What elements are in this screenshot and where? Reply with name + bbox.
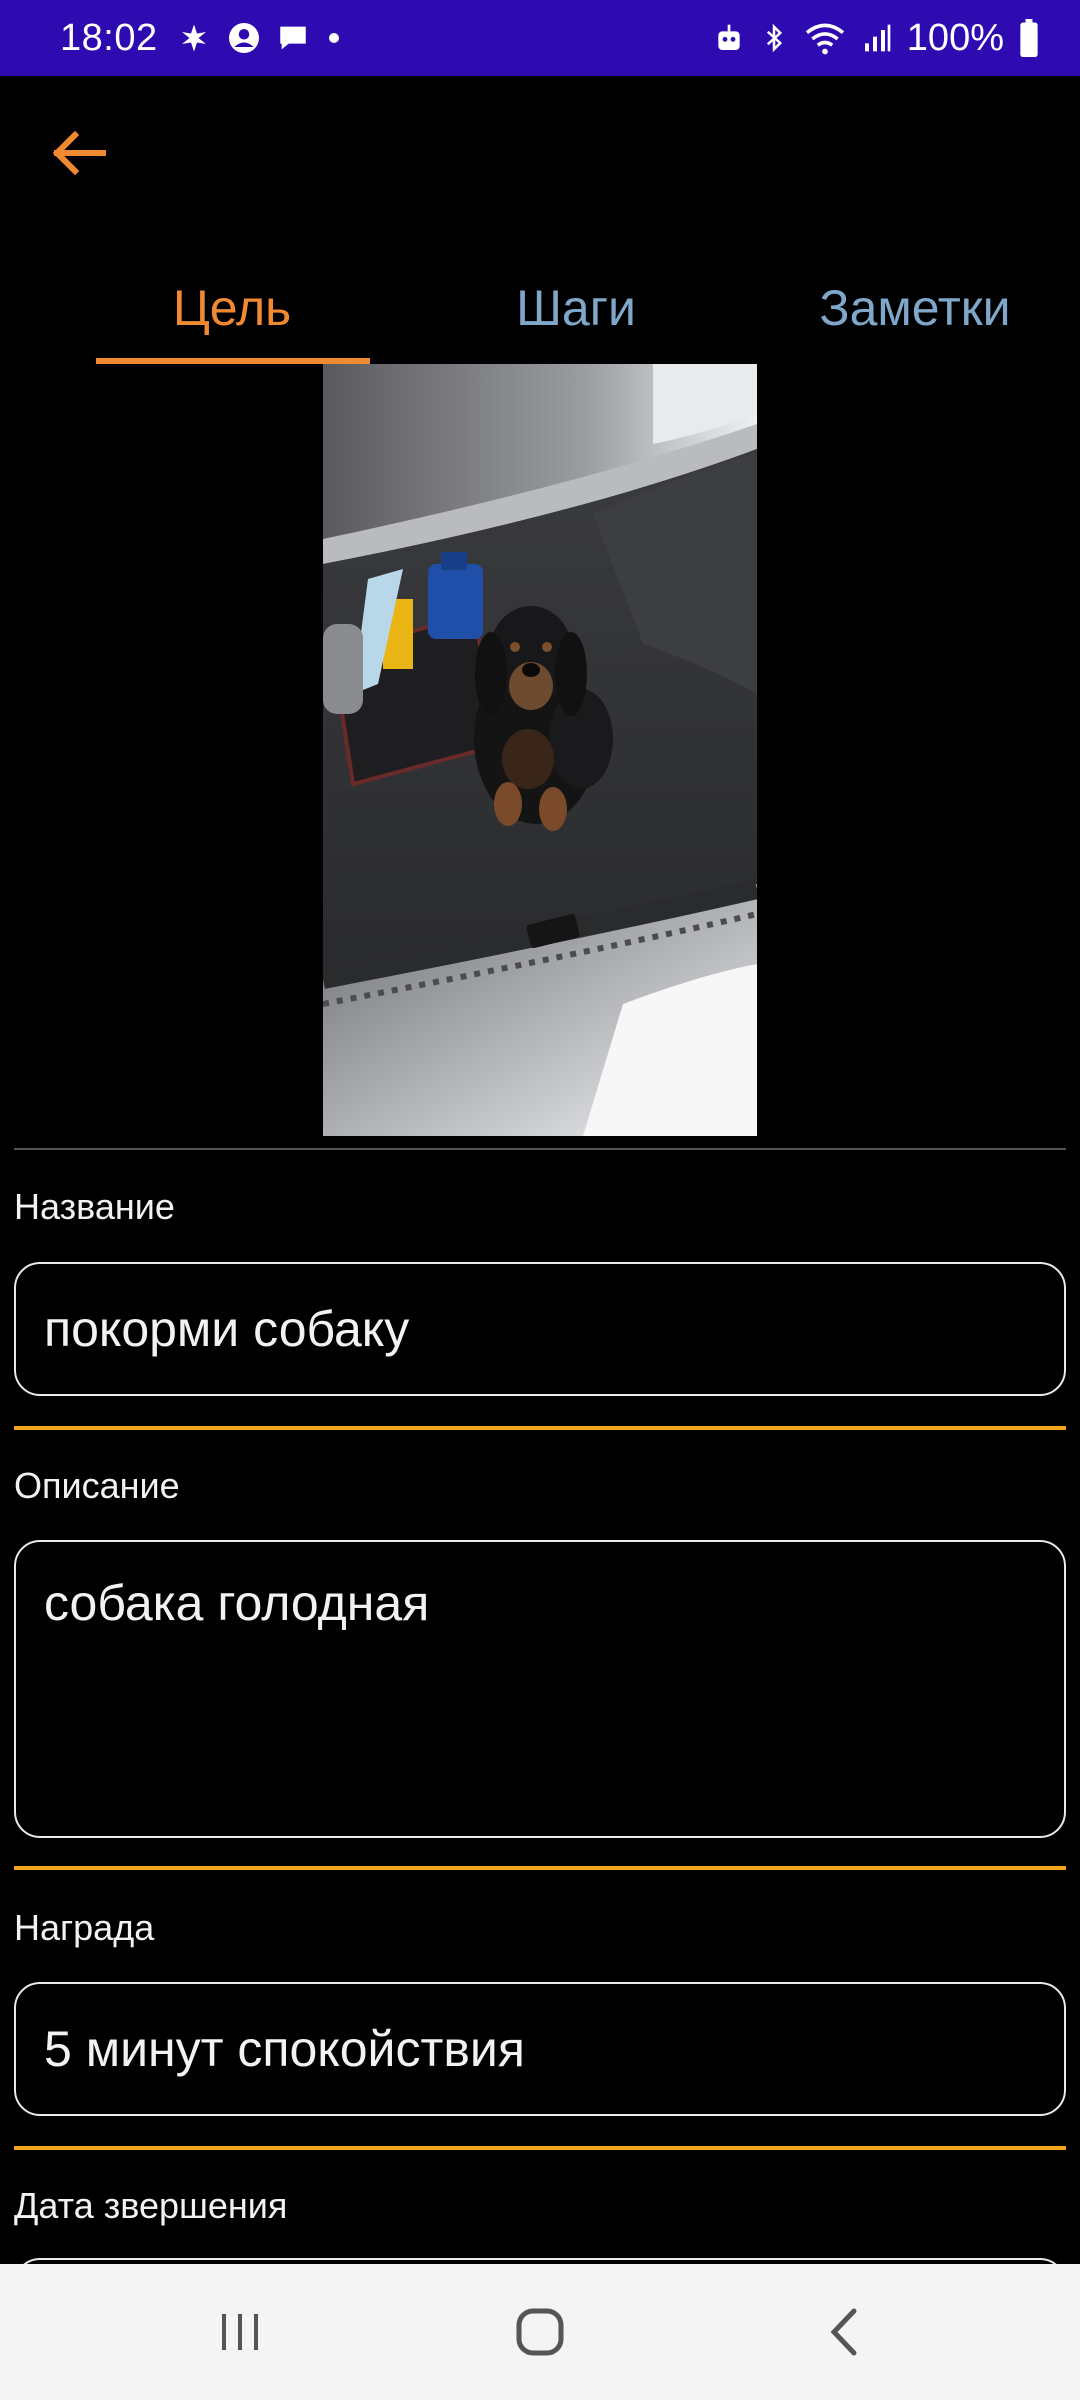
- description-label: Описание: [14, 1465, 180, 1506]
- recents-button[interactable]: [170, 2264, 310, 2400]
- signal-icon: [861, 21, 893, 55]
- photo-divider: [14, 1148, 1066, 1150]
- back-icon: [826, 2307, 862, 2357]
- description-divider: [14, 1866, 1066, 1870]
- nav-back-button[interactable]: [774, 2264, 914, 2400]
- wifi-icon: [803, 20, 847, 56]
- dot-icon: [324, 28, 344, 48]
- recents-icon: [218, 2310, 262, 2354]
- robot-icon: [713, 21, 745, 55]
- name-label: Название: [14, 1186, 175, 1227]
- status-time: 18:02: [60, 16, 158, 59]
- tab-bar: Цель Шаги Заметки: [0, 250, 1080, 366]
- name-divider: [14, 1426, 1066, 1430]
- tab-steps[interactable]: Шаги: [440, 250, 712, 366]
- reward-label: Награда: [14, 1907, 155, 1948]
- system-nav-bar: [0, 2264, 1080, 2400]
- battery-icon: [1018, 19, 1040, 57]
- home-button[interactable]: [470, 2264, 610, 2400]
- tab-goal[interactable]: Цель: [96, 250, 368, 366]
- tab-notes[interactable]: Заметки: [790, 250, 1040, 366]
- status-bar: 18:02 100%: [0, 0, 1080, 76]
- due-date-label: Дата звершения: [14, 2185, 288, 2226]
- reward-divider: [14, 2146, 1066, 2150]
- home-icon: [515, 2307, 565, 2357]
- chat-bubble-icon: [276, 21, 310, 55]
- bluetooth-icon: [759, 20, 789, 56]
- pinwheel-icon: [176, 20, 212, 56]
- arrow-left-icon: [49, 131, 107, 175]
- name-field[interactable]: покорми собаку: [14, 1262, 1066, 1396]
- battery-percent: 100%: [906, 16, 1004, 59]
- account-circle-icon: [226, 20, 262, 56]
- reward-field[interactable]: 5 минут спокойствия: [14, 1982, 1066, 2116]
- back-button[interactable]: [38, 118, 118, 188]
- goal-photo[interactable]: [323, 364, 757, 1136]
- description-field[interactable]: собака голодная: [14, 1540, 1066, 1838]
